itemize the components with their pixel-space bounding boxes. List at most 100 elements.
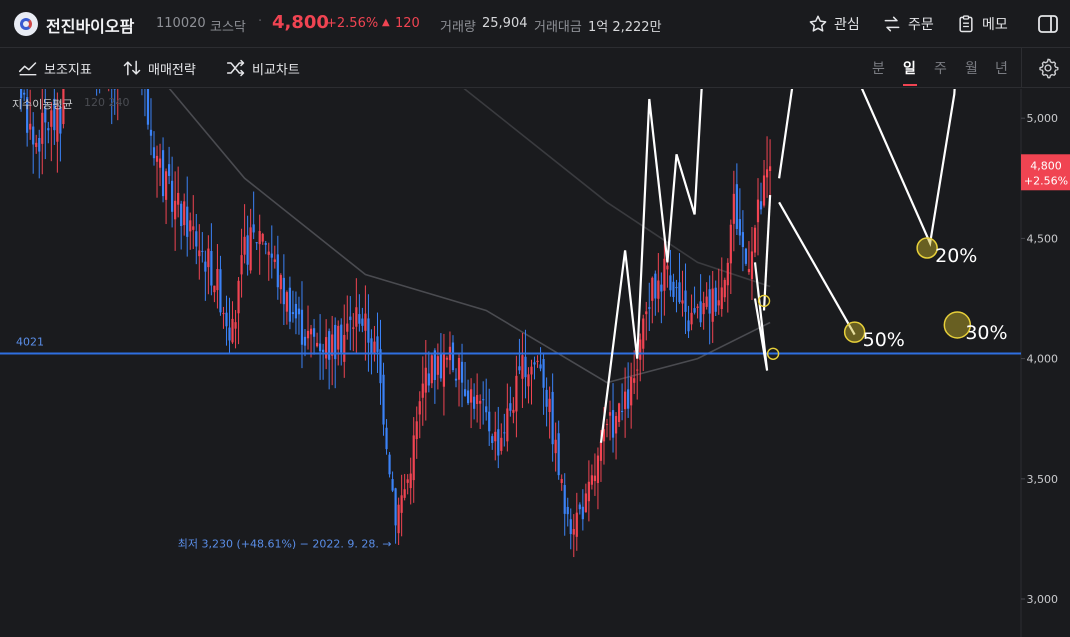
candle-body: [560, 478, 563, 483]
candle-body: [497, 429, 500, 456]
candle-body: [291, 312, 295, 315]
candle-body: [744, 248, 748, 264]
candle-body: [421, 383, 424, 398]
period-month-tab[interactable]: 월: [965, 58, 978, 78]
candle-body: [518, 366, 521, 371]
candle-body: [675, 287, 678, 289]
candle-body: [454, 378, 458, 381]
period-week-tab[interactable]: 주: [934, 58, 947, 78]
compare-button[interactable]: 비교차트: [226, 58, 300, 78]
candle-body: [331, 334, 334, 356]
stock-name: 전진바이오팜: [46, 17, 135, 36]
candle-body: [681, 300, 684, 304]
side-panel-icon[interactable]: [1036, 12, 1060, 36]
candle-body: [608, 412, 612, 416]
amount-value: 1억 2,222만: [588, 20, 662, 35]
candle-body: [243, 236, 246, 255]
candle-body: [216, 268, 219, 291]
candle-body: [512, 409, 515, 413]
candle-body: [479, 400, 482, 404]
candle-body: [669, 275, 672, 291]
candle-body: [539, 364, 542, 369]
candle-body: [470, 389, 473, 403]
period-minute-tab[interactable]: 분: [872, 58, 885, 78]
candle-body: [180, 203, 183, 227]
candle-body: [768, 166, 772, 172]
candle-body: [624, 391, 627, 410]
candle-body: [463, 389, 467, 396]
indicator-params: 120 240: [84, 96, 130, 109]
candle-body: [548, 398, 551, 413]
watchlist-button[interactable]: 관심: [808, 12, 860, 36]
candle-body: [630, 376, 633, 406]
candle-body: [611, 410, 615, 438]
candle-body: [617, 403, 621, 422]
candle-body: [442, 352, 446, 387]
candle-body: [427, 373, 430, 386]
candle-body: [41, 112, 44, 144]
y-tick-label: 5,000: [1027, 112, 1059, 125]
candle-body: [593, 475, 597, 482]
period-day-tab[interactable]: 일: [903, 58, 916, 78]
candle-body: [433, 350, 436, 380]
candle-body: [264, 243, 267, 245]
candle-body: [207, 248, 210, 268]
candle-body: [382, 374, 385, 425]
last-price-change: +2.56%: [1024, 174, 1068, 187]
candle-body: [605, 423, 609, 425]
y-tick-label: 4,500: [1027, 232, 1059, 245]
candle-body: [596, 455, 600, 484]
candle-body: [663, 258, 666, 291]
strategy-button[interactable]: 매매전략: [122, 58, 196, 78]
candle-body: [732, 193, 735, 224]
candle-body: [439, 353, 442, 379]
y-tick-label: 3,000: [1027, 593, 1059, 606]
candle-body: [711, 288, 714, 322]
candle-body: [554, 439, 557, 454]
last-price-tag: 4,800 +2.56%: [1021, 154, 1070, 191]
candle-body: [702, 302, 705, 315]
candle-body: [639, 339, 642, 360]
candle-body: [155, 155, 159, 162]
candle-body: [213, 285, 216, 293]
order-label: 주문: [908, 17, 934, 33]
candle-body: [204, 261, 207, 272]
strategy-label: 매매전략: [148, 62, 196, 78]
current-price: 4,800: [272, 12, 329, 33]
candle-body: [400, 495, 403, 513]
candle-body: [35, 142, 38, 147]
candle-body: [494, 431, 497, 442]
candle-body: [645, 311, 648, 315]
candle-body: [466, 390, 470, 404]
candle-body: [198, 250, 201, 257]
low-annotation: 최저 3,230 (+48.61%) − 2022. 9. 28. →: [178, 538, 392, 551]
settings-gear-icon[interactable]: [1037, 57, 1059, 79]
candle-body: [352, 327, 355, 329]
stock-code: 110020: [156, 16, 206, 31]
candle-body: [738, 219, 741, 236]
indicator-button[interactable]: 보조지표: [18, 58, 92, 78]
compare-label: 비교차트: [252, 62, 300, 78]
candle-body: [575, 512, 578, 537]
period-year-tab[interactable]: 년: [995, 58, 1008, 78]
order-button[interactable]: 주문: [882, 12, 934, 36]
candle-body: [717, 300, 720, 306]
candle-body: [430, 355, 433, 384]
candle-body: [503, 432, 506, 434]
candle-body: [533, 362, 536, 365]
candle-body: [672, 281, 675, 297]
price-chart[interactable]: 3,0003,5004,0004,5005,0005,5006,0006,500…: [0, 89, 1070, 637]
candle-body: [403, 489, 406, 498]
candle-body: [376, 336, 379, 352]
candle-body: [276, 254, 279, 288]
memo-button[interactable]: 메모: [956, 12, 1008, 36]
candle-body: [234, 322, 237, 329]
candle-body: [261, 233, 264, 242]
candle-body: [249, 227, 252, 271]
candle-body: [279, 275, 282, 290]
candle-body: [750, 251, 754, 280]
candle-body: [666, 265, 669, 270]
up-arrow-icon: ▲: [382, 17, 390, 28]
candle-body: [569, 519, 572, 535]
candle-body: [424, 367, 427, 393]
